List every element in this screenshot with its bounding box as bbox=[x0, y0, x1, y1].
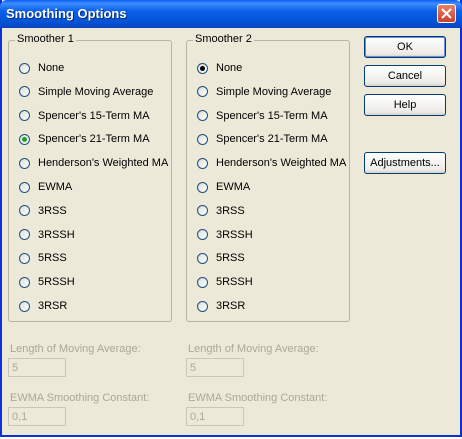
smoother2-option-3rss[interactable]: 3RSS bbox=[197, 204, 245, 218]
radio-icon[interactable] bbox=[197, 86, 208, 98]
smoother2-option-simple-moving-average[interactable]: Simple Moving Average bbox=[197, 85, 331, 99]
option-label: 3RSR bbox=[216, 300, 246, 312]
smoother1-option-ewma[interactable]: EWMA bbox=[19, 180, 72, 194]
dialog-window: Smoothing Options Smoother 1 None Simple … bbox=[0, 0, 462, 437]
right-ewma-label: EWMA Smoothing Constant: bbox=[188, 392, 328, 404]
option-label: Henderson's Weighted MA bbox=[38, 157, 169, 170]
adjustments-button[interactable]: Adjustments... bbox=[364, 152, 446, 174]
left-length-field[interactable] bbox=[8, 358, 66, 377]
smoother2-option-3rsr[interactable]: 3RSR bbox=[197, 299, 245, 313]
close-icon bbox=[441, 8, 452, 19]
option-label: Simple Moving Average bbox=[38, 85, 154, 98]
smoother1-option-henderson-s-weighted-ma[interactable]: Henderson's Weighted MA bbox=[19, 156, 168, 170]
radio-selected-icon[interactable] bbox=[197, 62, 208, 74]
smoother1-option-3rss[interactable]: 3RSS bbox=[19, 204, 67, 218]
smoother1-option-simple-moving-average[interactable]: Simple Moving Average bbox=[19, 85, 153, 99]
radio-icon[interactable] bbox=[19, 181, 30, 193]
radio-icon[interactable] bbox=[19, 86, 30, 98]
radio-icon[interactable] bbox=[19, 252, 30, 264]
radio-icon[interactable] bbox=[19, 157, 30, 169]
smoother2-option-henderson-s-weighted-ma[interactable]: Henderson's Weighted MA bbox=[197, 156, 346, 170]
radio-icon[interactable] bbox=[19, 62, 30, 74]
radio-icon[interactable] bbox=[19, 229, 30, 241]
option-label: EWMA bbox=[38, 181, 73, 193]
dialog-title: Smoothing Options bbox=[6, 6, 127, 21]
smoother1-option-3rssh[interactable]: 3RSSH bbox=[19, 228, 75, 242]
smoother-2-title: Smoother 2 bbox=[193, 33, 254, 45]
option-label: Spencer's 21-Term MA bbox=[38, 133, 150, 146]
radio-icon[interactable] bbox=[19, 276, 30, 288]
option-label: 3RSS bbox=[38, 204, 67, 217]
smoother1-option-spencer-s-15-term-ma[interactable]: Spencer's 15-Term MA bbox=[19, 109, 150, 123]
radio-icon[interactable] bbox=[19, 110, 30, 122]
smoother1-option-none[interactable]: None bbox=[19, 61, 64, 75]
option-label: Simple Moving Average bbox=[216, 85, 332, 98]
help-button[interactable]: Help bbox=[364, 94, 446, 116]
ok-button[interactable]: OK bbox=[364, 36, 446, 58]
smoother1-option-5rss[interactable]: 5RSS bbox=[19, 251, 67, 265]
smoother1-option-5rssh[interactable]: 5RSSH bbox=[19, 275, 75, 289]
smoother2-option-5rss[interactable]: 5RSS bbox=[197, 251, 245, 265]
smoother2-option-spencer-s-21-term-ma[interactable]: Spencer's 21-Term MA bbox=[197, 132, 328, 146]
option-label: Spencer's 21-Term MA bbox=[216, 133, 328, 146]
right-ewma-field[interactable] bbox=[186, 407, 244, 426]
radio-icon[interactable] bbox=[197, 300, 208, 312]
title-bar[interactable]: Smoothing Options bbox=[0, 0, 462, 28]
smoother2-option-ewma[interactable]: EWMA bbox=[197, 180, 250, 194]
smoother2-option-3rssh[interactable]: 3RSSH bbox=[197, 228, 253, 242]
close-button[interactable] bbox=[437, 4, 456, 23]
radio-icon[interactable] bbox=[197, 181, 208, 193]
smoother2-option-spencer-s-15-term-ma[interactable]: Spencer's 15-Term MA bbox=[197, 109, 328, 123]
left-ewma-label: EWMA Smoothing Constant: bbox=[10, 392, 150, 404]
option-label: 3RSSH bbox=[38, 228, 75, 241]
option-label: 5RSSH bbox=[38, 276, 75, 289]
radio-selected-icon[interactable] bbox=[19, 133, 30, 145]
smoother-2-group: Smoother 2 None Simple Moving Average Spen… bbox=[186, 33, 350, 322]
radio-icon[interactable] bbox=[197, 157, 208, 169]
radio-icon[interactable] bbox=[19, 300, 30, 312]
option-label: EWMA bbox=[216, 181, 251, 193]
cancel-button[interactable]: Cancel bbox=[364, 65, 446, 87]
smoother1-option-spencer-s-21-term-ma[interactable]: Spencer's 21-Term MA bbox=[19, 132, 150, 146]
radio-icon[interactable] bbox=[197, 252, 208, 264]
left-ewma-field[interactable] bbox=[8, 407, 66, 426]
option-label: Spencer's 15-Term MA bbox=[38, 109, 150, 122]
radio-icon[interactable] bbox=[197, 276, 208, 288]
right-length-field[interactable] bbox=[186, 358, 244, 377]
option-label: 3RSR bbox=[38, 300, 68, 312]
smoother2-option-none[interactable]: None bbox=[197, 61, 242, 75]
option-label: 5RSS bbox=[216, 252, 245, 265]
option-label: 3RSSH bbox=[216, 228, 253, 241]
radio-icon[interactable] bbox=[197, 133, 208, 145]
radio-icon[interactable] bbox=[197, 110, 208, 122]
option-label: 5RSS bbox=[38, 252, 67, 265]
smoother1-option-3rsr[interactable]: 3RSR bbox=[19, 299, 67, 313]
smoother-1-group: Smoother 1 None Simple Moving Average Spen… bbox=[8, 33, 172, 322]
option-label: None bbox=[216, 62, 243, 74]
left-length-label: Length of Moving Average: bbox=[10, 343, 141, 355]
smoother-1-title: Smoother 1 bbox=[15, 33, 76, 45]
option-label: 5RSSH bbox=[216, 276, 253, 289]
radio-icon[interactable] bbox=[197, 205, 208, 217]
option-label: Henderson's Weighted MA bbox=[216, 157, 347, 170]
option-label: 3RSS bbox=[216, 204, 245, 217]
radio-icon[interactable] bbox=[197, 229, 208, 241]
smoother2-option-5rssh[interactable]: 5RSSH bbox=[197, 275, 253, 289]
option-label: Spencer's 15-Term MA bbox=[216, 109, 328, 122]
radio-icon[interactable] bbox=[19, 205, 30, 217]
right-length-label: Length of Moving Average: bbox=[188, 343, 319, 355]
option-label: None bbox=[38, 62, 65, 74]
